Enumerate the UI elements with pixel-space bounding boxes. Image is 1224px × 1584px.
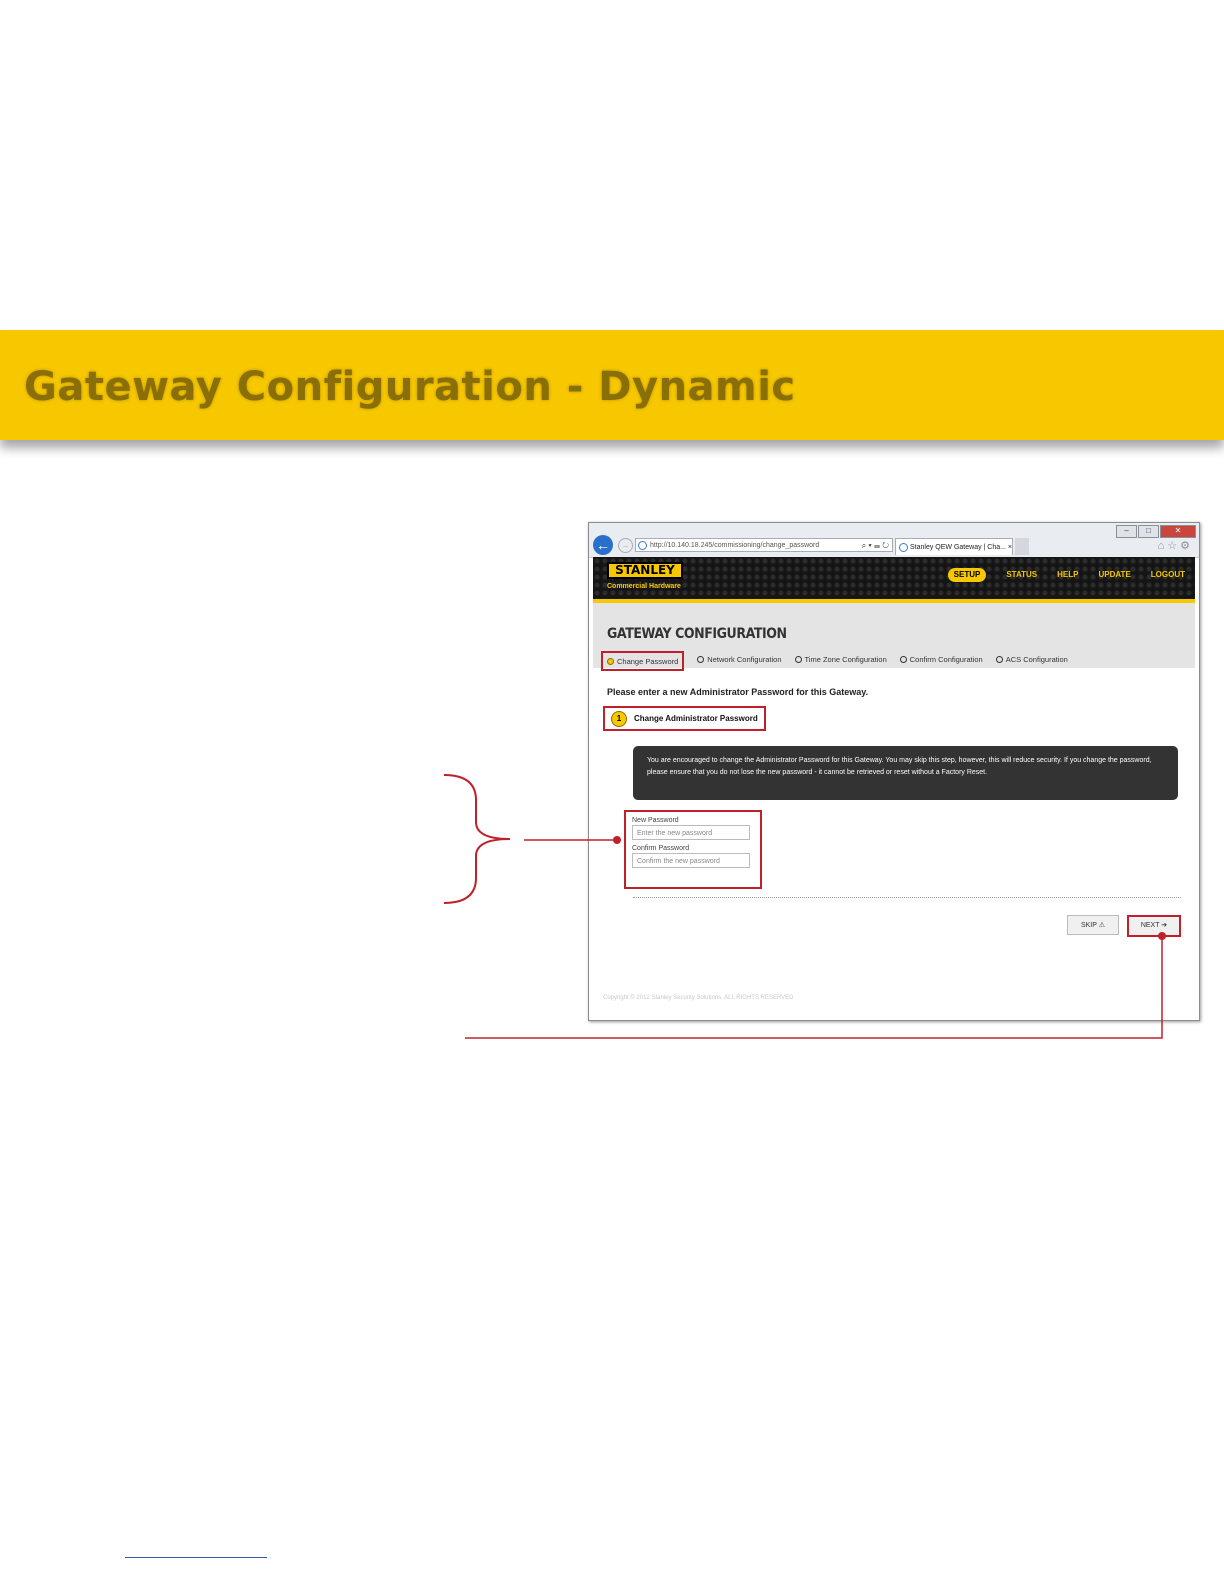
fields-pointer-dot [613,836,621,844]
footer-rule [125,1557,267,1558]
fields-bracket [443,774,511,904]
next-pointer-dot [1158,932,1166,940]
next-pointer-line [465,937,1163,1039]
annotation-callouts [443,774,1166,1039]
